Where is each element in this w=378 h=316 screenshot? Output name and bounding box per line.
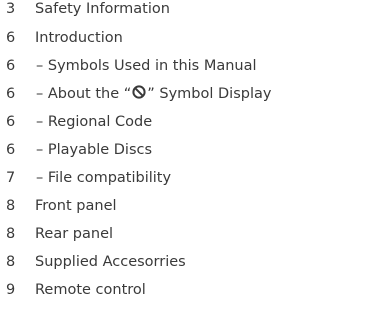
toc-entry-title: – Regional Code (36, 114, 153, 130)
toc-page-number: 3 (6, 1, 16, 17)
toc-entry-supplied-accessories: 8 Supplied Accesorries (0, 249, 378, 276)
toc-entry-regional-code: 6 – Regional Code (0, 109, 378, 136)
toc-page-number: 6 (6, 142, 16, 158)
toc-page-number: 6 (6, 114, 16, 130)
toc-entry-title: Introduction (35, 30, 123, 46)
toc-entry-playable-discs: 6 – Playable Discs (0, 137, 378, 164)
toc-entry-remote-control: 9 Remote control (0, 277, 378, 304)
toc-page-number: 6 (6, 86, 16, 102)
toc-entry-safety-information: 3 Safety Information (0, 0, 378, 23)
toc-page-number: 9 (6, 282, 16, 298)
toc-entry-title: Safety Information (35, 1, 170, 17)
toc-entry-symbols-used: 6 – Symbols Used in this Manual (0, 53, 378, 80)
toc-entry-title: Front panel (35, 198, 117, 214)
toc-page-number: 7 (6, 170, 16, 186)
toc-entry-symbol-display: 6 – About the “ ” Symbol Display (0, 81, 378, 108)
toc-page-number: 8 (6, 226, 16, 242)
toc-entry-file-compatibility: 7 – File compatibility (0, 165, 378, 192)
toc-entry-introduction: 6 Introduction (0, 25, 378, 52)
toc-page-number: 8 (6, 198, 16, 214)
toc-entry-title: Rear panel (35, 226, 114, 242)
toc-page-number: 8 (6, 254, 16, 270)
toc-entry-title: – About the “ ” Symbol Display (36, 81, 271, 108)
table-of-contents: 3 Safety Information 6 Introduction 6 – … (0, 0, 378, 298)
toc-entry-title: – Symbols Used in this Manual (36, 58, 257, 74)
toc-page-number: 6 (6, 58, 16, 74)
toc-entry-title-suffix: ” Symbol Display (147, 86, 272, 102)
toc-entry-title: – File compatibility (36, 170, 172, 186)
toc-entry-title: Supplied Accesorries (35, 254, 186, 270)
toc-entry-title: Remote control (35, 282, 146, 298)
prohibited-circle-slash-icon (132, 85, 146, 99)
toc-entry-front-panel: 8 Front panel (0, 193, 378, 220)
toc-page-number: 6 (6, 30, 16, 46)
toc-entry-title-prefix: – About the “ (36, 86, 132, 102)
toc-entry-rear-panel: 8 Rear panel (0, 221, 378, 248)
toc-entry-title: – Playable Discs (36, 142, 153, 158)
